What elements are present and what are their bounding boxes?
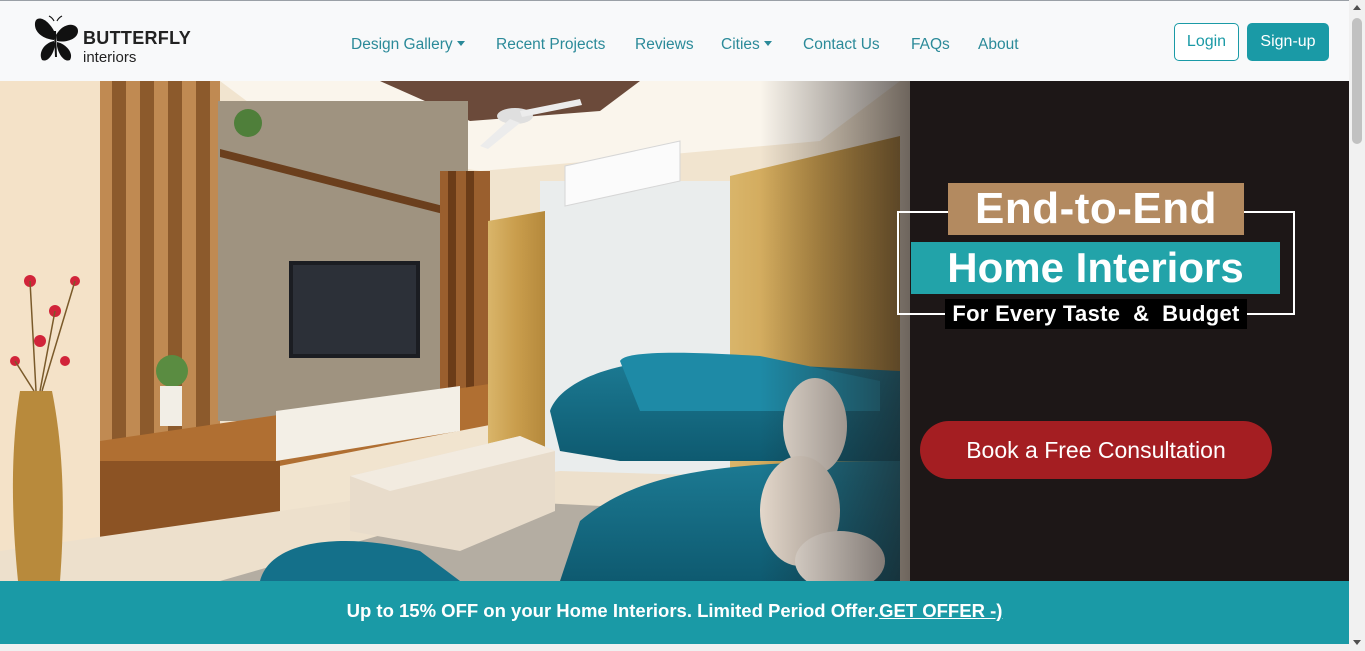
nav-item-design-gallery[interactable]: Design Gallery [351, 36, 465, 54]
headline-end-to-end: End-to-End [948, 183, 1244, 235]
living-room-image [0, 81, 1349, 581]
nav-item-cities[interactable]: Cities [721, 36, 772, 54]
scroll-down-arrow-icon[interactable] [1353, 640, 1361, 645]
butterfly-icon [34, 15, 78, 61]
nav-item-label: Contact Us [803, 36, 880, 53]
nav-item-contact-us[interactable]: Contact Us [803, 36, 880, 54]
get-offer-link[interactable]: GET OFFER -) [879, 600, 1002, 621]
offer-text: Up to 15% OFF on your Home Interiors. Li… [346, 600, 880, 621]
nav-item-reviews[interactable]: Reviews [635, 36, 694, 54]
nav-item-recent-projects[interactable]: Recent Projects [496, 36, 605, 54]
nav-item-faqs[interactable]: FAQs [911, 36, 950, 54]
vertical-scrollbar[interactable] [1349, 0, 1365, 651]
scroll-up-arrow-icon[interactable] [1353, 5, 1361, 10]
nav-item-label: FAQs [911, 36, 950, 53]
headline-home-interiors: Home Interiors [911, 242, 1280, 294]
nav-item-label: Design Gallery [351, 36, 453, 53]
headline-subtitle: For Every Taste & Budget [945, 299, 1247, 329]
nav-item-label: About [978, 36, 1019, 53]
caret-down-icon [763, 41, 772, 46]
signup-button[interactable]: Sign-up [1247, 23, 1329, 61]
login-button[interactable]: Login [1174, 23, 1239, 61]
brand-name: BUTTERFLY [83, 28, 192, 48]
nav-item-label: Reviews [635, 36, 694, 53]
scrollbar-thumb[interactable] [1352, 18, 1362, 144]
nav-item-about[interactable]: About [978, 36, 1019, 54]
nav-item-label: Cities [721, 36, 760, 53]
brand-tagline: interiors [83, 49, 137, 66]
page-bottom-strip [0, 644, 1349, 651]
caret-down-icon [456, 41, 465, 46]
nav-item-label: Recent Projects [496, 36, 606, 53]
brand-logo[interactable]: BUTTERFLY interiors [34, 13, 194, 66]
offer-banner: Up to 15% OFF on your Home Interiors. Li… [0, 581, 1349, 644]
top-navbar: BUTTERFLY interiors Design Gallery Recen… [0, 0, 1349, 81]
book-consultation-button[interactable]: Book a Free Consultation [920, 421, 1272, 479]
hero-banner[interactable]: End-to-End Home Interiors For Every Tast… [0, 81, 1349, 581]
